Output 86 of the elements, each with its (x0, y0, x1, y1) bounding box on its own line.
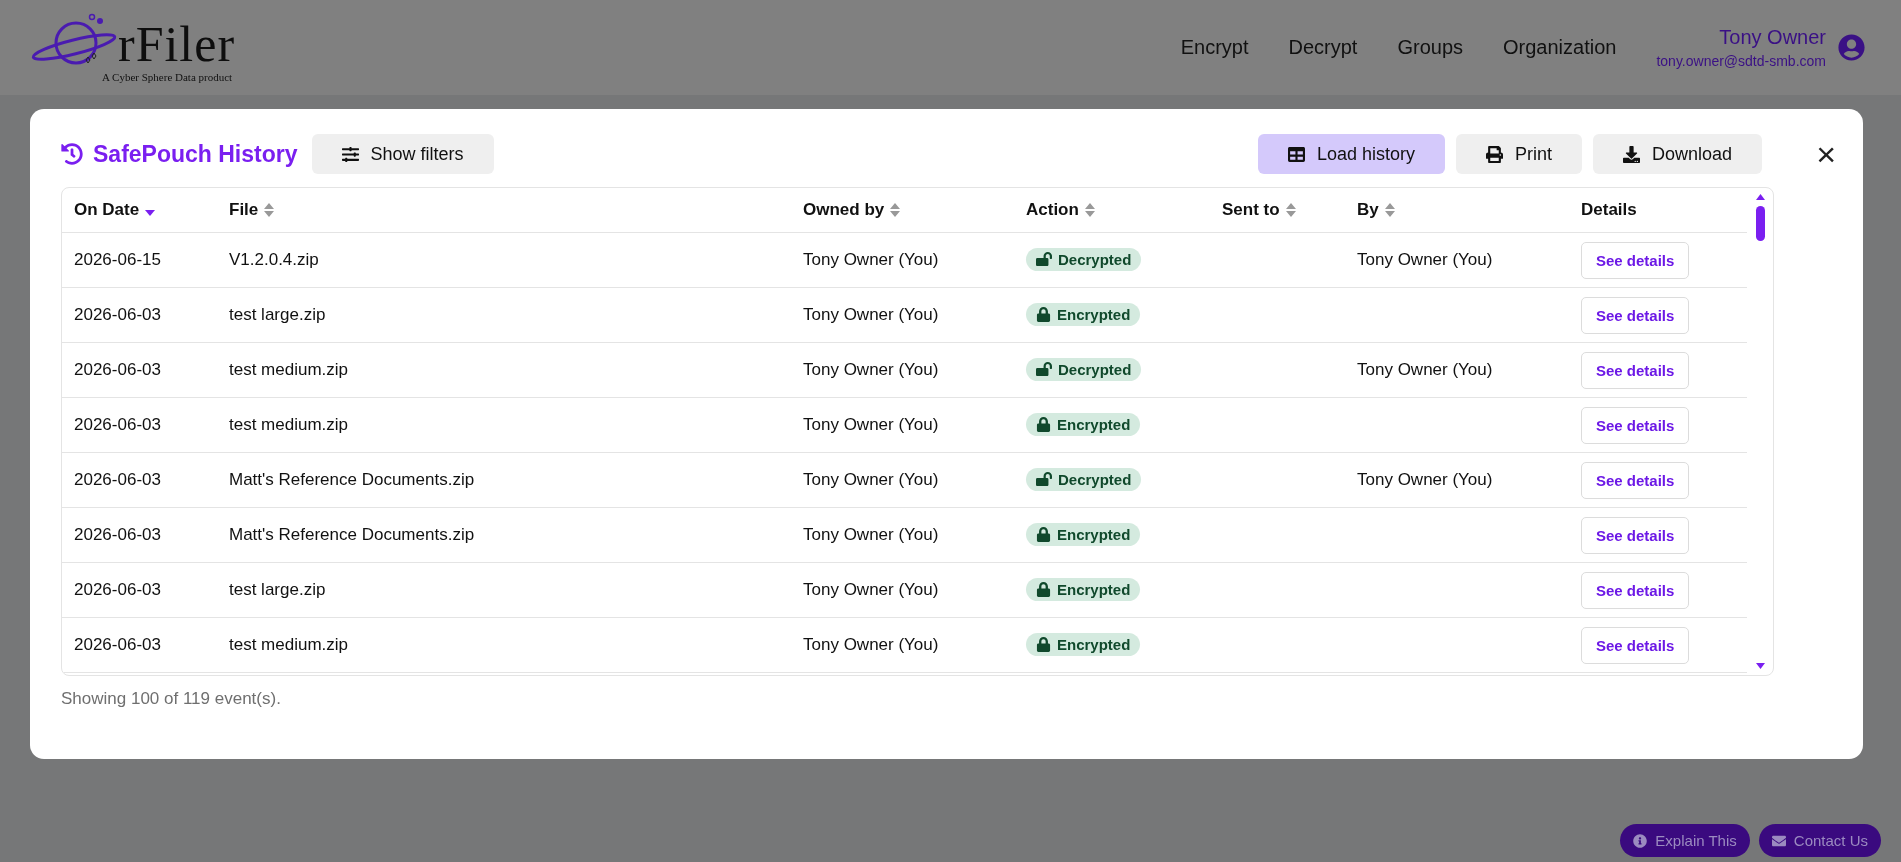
action-label: Encrypted (1057, 416, 1131, 433)
see-details-button[interactable]: See details (1581, 351, 1690, 389)
logo-text: rFiler (118, 18, 236, 69)
mail-icon (1771, 833, 1786, 848)
date-cell: 2026-06-03 (74, 360, 161, 379)
toolbar-button[interactable]: Print (1456, 134, 1583, 174)
column-header[interactable]: On Date (74, 200, 140, 220)
date-cell: 2026-06-03 (74, 635, 161, 654)
owner-cell: Tony Owner (You) (803, 415, 939, 434)
help-button[interactable]: Contact Us (1758, 824, 1881, 857)
file-cell: test medium.zip (229, 415, 349, 434)
action-label: Encrypted (1057, 581, 1131, 598)
date-cell: 2026-06-03 (74, 525, 161, 544)
column-header[interactable]: By (1357, 200, 1379, 220)
column-header: Details (1581, 200, 1637, 220)
see-details-button[interactable]: See details (1581, 406, 1690, 444)
show-filters-button[interactable]: Show filters (311, 134, 494, 174)
owner-cell: Tony Owner (You) (803, 360, 939, 379)
lock-icon (1036, 582, 1051, 597)
column-header[interactable]: File (229, 200, 259, 220)
load-icon (1288, 145, 1305, 163)
history-icon (61, 143, 83, 165)
user-avatar-icon[interactable] (1838, 34, 1865, 61)
scroll-down-icon[interactable] (1755, 663, 1765, 669)
lock-icon (1036, 637, 1051, 652)
see-details-button[interactable]: See details (1581, 516, 1690, 554)
column-header[interactable]: Owned by (803, 200, 885, 220)
by-cell: Tony Owner (You) (1357, 250, 1493, 269)
scrollbar-thumb[interactable] (1755, 206, 1765, 241)
see-details-button[interactable]: See details (1581, 241, 1690, 279)
event-count: Showing 100 of 119 event(s). (61, 689, 282, 709)
action-label: Decrypted (1058, 250, 1132, 268)
toolbar-button[interactable]: Load history (1258, 134, 1446, 174)
file-cell: test medium.zip (229, 635, 349, 654)
print-icon (1486, 145, 1504, 163)
file-cell: Matt's Reference Documents.zip (229, 525, 475, 544)
nav-link[interactable]: Decrypt (1288, 36, 1358, 59)
see-details-button[interactable]: See details (1581, 296, 1690, 334)
unlocked-icon (1036, 361, 1052, 378)
date-cell: 2026-06-03 (74, 305, 161, 324)
close-button[interactable]: × (1816, 137, 1836, 171)
user-email: tony.owner@sdtd-smb.com (1656, 53, 1826, 69)
action-label: Decrypted (1058, 360, 1132, 378)
file-cell: test large.zip (229, 580, 326, 599)
see-details-button[interactable]: See details (1581, 571, 1690, 609)
dialog-title-text: SafePouch History (93, 140, 298, 168)
owner-cell: Tony Owner (You) (803, 250, 939, 269)
action-label: Encrypted (1057, 526, 1131, 543)
owner-cell: Tony Owner (You) (803, 525, 939, 544)
user-name: Tony Owner (1719, 26, 1826, 49)
action-label: Encrypted (1057, 306, 1131, 323)
file-cell: test large.zip (229, 305, 326, 324)
column-header[interactable]: Action (1026, 200, 1079, 220)
nav-link[interactable]: Organization (1503, 36, 1617, 59)
date-cell: 2026-06-03 (74, 580, 161, 599)
help-button[interactable]: Explain This (1620, 824, 1750, 857)
download-icon (1623, 145, 1641, 163)
unlocked-icon (1036, 471, 1052, 488)
lock-icon (1036, 527, 1051, 542)
file-cell: test medium.zip (229, 360, 349, 379)
owner-cell: Tony Owner (You) (803, 580, 939, 599)
nav-link[interactable]: Groups (1397, 36, 1463, 59)
sliders-icon (341, 145, 359, 163)
date-cell: 2026-06-03 (74, 470, 161, 489)
owner-cell: Tony Owner (You) (803, 305, 939, 324)
by-cell: Tony Owner (You) (1357, 360, 1493, 379)
action-label: Decrypted (1058, 470, 1132, 488)
toolbar-button[interactable]: Download (1593, 134, 1763, 174)
file-cell: Matt's Reference Documents.zip (229, 470, 475, 489)
lock-icon (1036, 417, 1051, 432)
nav-link[interactable]: Encrypt (1180, 36, 1249, 59)
date-cell: 2026-06-03 (74, 415, 161, 434)
lock-icon (1036, 307, 1051, 322)
owner-cell: Tony Owner (You) (803, 470, 939, 489)
action-label: Encrypted (1057, 636, 1131, 653)
unlocked-icon (1036, 251, 1052, 268)
info-icon (1633, 833, 1648, 848)
date-cell: 2026-06-15 (74, 250, 161, 269)
file-cell: V1.2.0.4.zip (229, 250, 319, 269)
by-cell: Tony Owner (You) (1357, 470, 1493, 489)
logo-tagline: A Cyber Sphere Data product (102, 70, 234, 83)
column-header[interactable]: Sent to (1222, 200, 1280, 220)
scroll-up-icon[interactable] (1755, 194, 1765, 200)
owner-cell: Tony Owner (You) (803, 635, 939, 654)
see-details-button[interactable]: See details (1581, 626, 1690, 664)
see-details-button[interactable]: See details (1581, 461, 1690, 499)
